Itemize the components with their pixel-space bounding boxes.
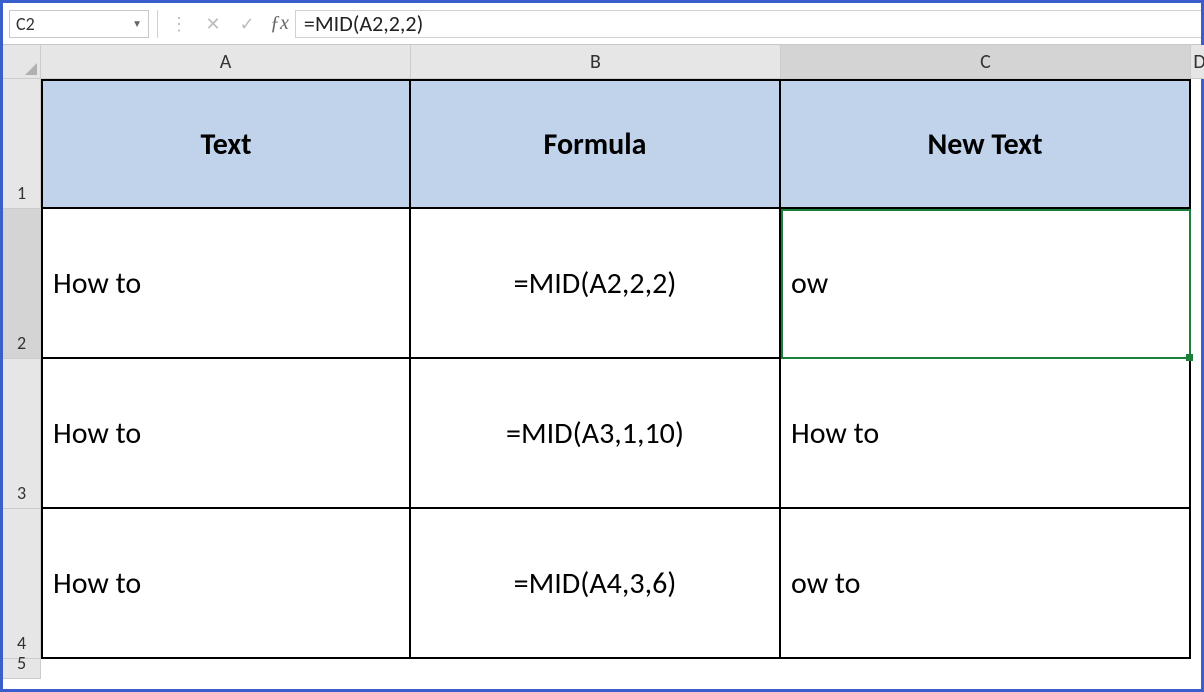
column-headers: A B C D [41, 45, 1204, 79]
col-header-A[interactable]: A [41, 45, 411, 79]
confirm-icon[interactable]: ✓ [230, 10, 264, 38]
separator [157, 10, 158, 38]
cell-C1[interactable]: New Text [781, 79, 1191, 209]
cells-area: Text Formula New Text How to =MID(A2,2,2… [41, 79, 1204, 689]
cell-B3[interactable]: =MID(A3,1,10) [411, 359, 781, 509]
name-box-value: C2 [16, 13, 35, 35]
cell-C4[interactable]: ow to [781, 509, 1191, 659]
cell-B1[interactable]: Formula [411, 79, 781, 209]
cell-B4[interactable]: =MID(A4,3,6) [411, 509, 781, 659]
cell-C3[interactable]: How to [781, 359, 1191, 509]
fx-icon[interactable]: ƒx [264, 12, 295, 35]
cell-C2[interactable]: ow [781, 209, 1191, 359]
formula-input[interactable]: =MID(A2,2,2) [295, 10, 1201, 38]
row-header-3[interactable]: 3 [3, 359, 41, 509]
cell-A1[interactable]: Text [41, 79, 411, 209]
row-headers: 1 2 3 4 5 [3, 79, 41, 679]
cell-A4[interactable]: How to [41, 509, 411, 659]
row-header-4[interactable]: 4 [3, 509, 41, 659]
row-header-5[interactable]: 5 [3, 659, 41, 679]
cell-B2[interactable]: =MID(A2,2,2) [411, 209, 781, 359]
formula-bar: C2 ▼ ⋮ ✕ ✓ ƒx =MID(A2,2,2) [3, 3, 1201, 45]
name-box-dropdown-icon[interactable]: ▼ [132, 17, 142, 30]
select-all-corner[interactable] [3, 45, 41, 79]
name-box[interactable]: C2 ▼ [9, 10, 149, 38]
col-header-D[interactable]: D [1191, 45, 1204, 79]
col-header-B[interactable]: B [411, 45, 781, 79]
dots-icon: ⋮ [162, 10, 196, 38]
row-header-1[interactable]: 1 [3, 79, 41, 209]
cell-A2[interactable]: How to [41, 209, 411, 359]
spreadsheet-grid: 1 2 3 4 5 A B C D Text Formula New Text … [3, 45, 1201, 689]
formula-input-text: =MID(A2,2,2) [304, 10, 423, 37]
col-header-C[interactable]: C [781, 45, 1191, 79]
cell-A3[interactable]: How to [41, 359, 411, 509]
row-header-2[interactable]: 2 [3, 209, 41, 359]
cancel-icon[interactable]: ✕ [196, 10, 230, 38]
